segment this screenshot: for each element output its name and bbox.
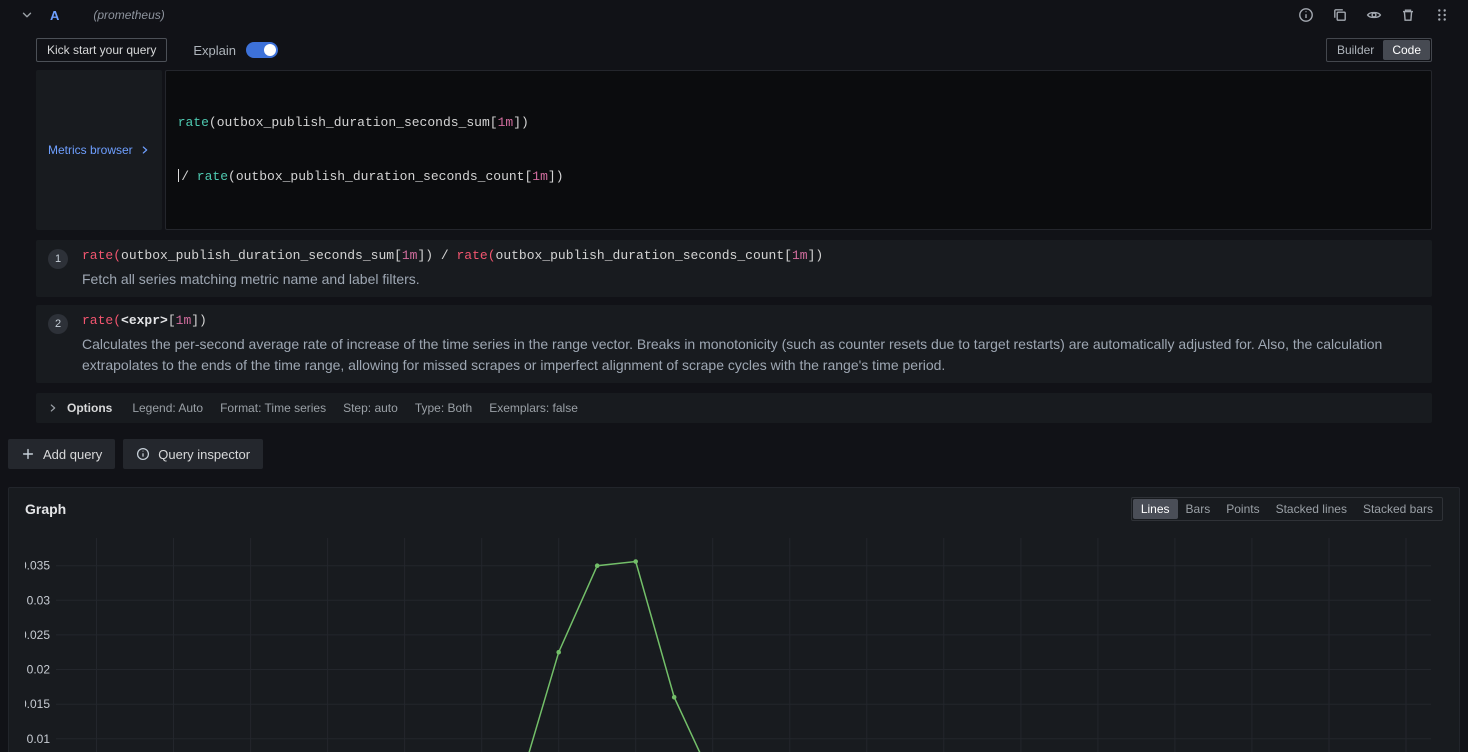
svg-text:0.02: 0.02 — [27, 663, 51, 677]
options-label: Options — [67, 401, 113, 415]
explain-label: Explain — [193, 42, 237, 58]
step-code: rate(<expr>[1m]) — [82, 313, 207, 328]
eye-icon[interactable] — [1366, 7, 1382, 23]
option-summary-item: Legend: Auto — [132, 401, 204, 415]
query-row-header: A (prometheus) — [0, 0, 1468, 30]
chevron-right-icon — [48, 403, 58, 413]
toggle-knob — [264, 44, 277, 56]
metrics-browser-label: Metrics browser — [48, 143, 133, 157]
drag-handle-icon[interactable] — [1434, 7, 1450, 23]
explain-toggle[interactable] — [246, 42, 279, 58]
explain-step: 1 rate(outbox_publish_duration_seconds_s… — [36, 240, 1432, 297]
step-description: Calculates the per-second average rate o… — [82, 336, 1383, 373]
step-number-badge: 2 — [48, 314, 68, 334]
editor-mode-group: Builder Code — [1325, 38, 1432, 62]
kick-start-query-button[interactable]: Kick start your query — [36, 38, 168, 62]
step-number-badge: 1 — [48, 249, 68, 269]
plus-icon — [21, 447, 35, 461]
query-code-editor[interactable]: rate(outbox_publish_duration_seconds_sum… — [164, 70, 1432, 230]
graph-mode-button[interactable]: Stacked bars — [1355, 499, 1441, 519]
graph-mode-group: Lines Bars Points Stacked lines Stacked bars — [1130, 497, 1443, 521]
graph-panel-title: Graph — [25, 501, 67, 517]
query-editor-row: Metrics browser rate(outbox_publish_dura… — [36, 70, 1432, 230]
options-collapse[interactable]: Options Legend: Auto Format: Time series S… — [36, 393, 1432, 423]
svg-text:0.015: 0.015 — [25, 697, 50, 711]
svg-text:0.01: 0.01 — [27, 732, 51, 746]
add-query-label: Add query — [43, 446, 103, 462]
query-editor-section: A (prometheus) Kick start your query Exp… — [0, 0, 1468, 423]
trash-icon[interactable] — [1400, 7, 1416, 23]
options-header: Options — [48, 401, 112, 415]
query-actions: Add query Query inspector — [8, 439, 1460, 469]
datasource-label: (prometheus) — [93, 8, 165, 22]
graph-mode-button[interactable]: Bars — [1178, 499, 1219, 519]
graph-panel-header: Graph Lines Bars Points Stacked lines Stacke… — [25, 496, 1443, 522]
info-circle-icon — [136, 447, 150, 461]
chevron-down-icon[interactable] — [20, 8, 34, 22]
step-description: Fetch all series matching metric name an… — [82, 271, 420, 287]
graph-mode-button[interactable]: Points — [1218, 499, 1267, 519]
svg-text:0.03: 0.03 — [27, 593, 51, 607]
query-toolbar: Kick start your query Explain Builder Co… — [36, 38, 1432, 62]
svg-text:0.035: 0.035 — [25, 559, 50, 573]
option-summary-item: Type: Both — [414, 401, 473, 415]
explain-control: Explain — [193, 42, 279, 58]
builder-mode-button[interactable]: Builder — [1328, 40, 1383, 60]
step-code: rate(outbox_publish_duration_seconds_sum… — [82, 248, 824, 263]
graph-mode-button[interactable]: Lines — [1132, 499, 1178, 519]
options-summary: Legend: Auto Format: Time series Step: aut… — [132, 401, 578, 415]
option-summary-item: Step: auto — [343, 401, 398, 415]
time-series-chart[interactable]: 21:48:0021:48:3021:49:0021:49:3021:50:00… — [25, 528, 1443, 752]
step-content: rate(<expr>[1m]) Calculates the per-seco… — [82, 312, 1420, 376]
chevron-right-icon — [140, 145, 150, 155]
svg-text:0.025: 0.025 — [25, 628, 50, 642]
query-code-line: rate(outbox_publish_duration_seconds_sum… — [177, 115, 529, 130]
option-summary-item: Exemplars: false — [489, 401, 578, 415]
graph-panel: Graph Lines Bars Points Stacked lines Stacke… — [8, 487, 1460, 752]
graph-mode-button[interactable]: Stacked lines — [1268, 499, 1355, 519]
info-icon[interactable] — [1298, 7, 1314, 23]
query-ref-id[interactable]: A — [50, 8, 59, 23]
query-inspector-button[interactable]: Query inspector — [123, 439, 264, 469]
query-header-actions — [1298, 7, 1450, 23]
text-cursor — [177, 169, 180, 182]
step-content: rate(outbox_publish_duration_seconds_sum… — [82, 247, 823, 290]
add-query-button[interactable]: Add query — [8, 439, 116, 469]
explain-step: 2 rate(<expr>[1m]) Calculates the per-se… — [36, 305, 1432, 383]
code-mode-button[interactable]: Code — [1383, 40, 1430, 60]
duplicate-icon[interactable] — [1332, 7, 1348, 23]
query-code-line: / rate(outbox_publish_duration_seconds_c… — [177, 168, 1431, 186]
option-summary-item: Format: Time series — [220, 401, 327, 415]
query-inspector-label: Query inspector — [158, 446, 251, 462]
metrics-browser-button[interactable]: Metrics browser — [36, 70, 162, 230]
chart-svg: 21:48:0021:48:3021:49:0021:49:3021:50:00… — [25, 538, 1431, 752]
